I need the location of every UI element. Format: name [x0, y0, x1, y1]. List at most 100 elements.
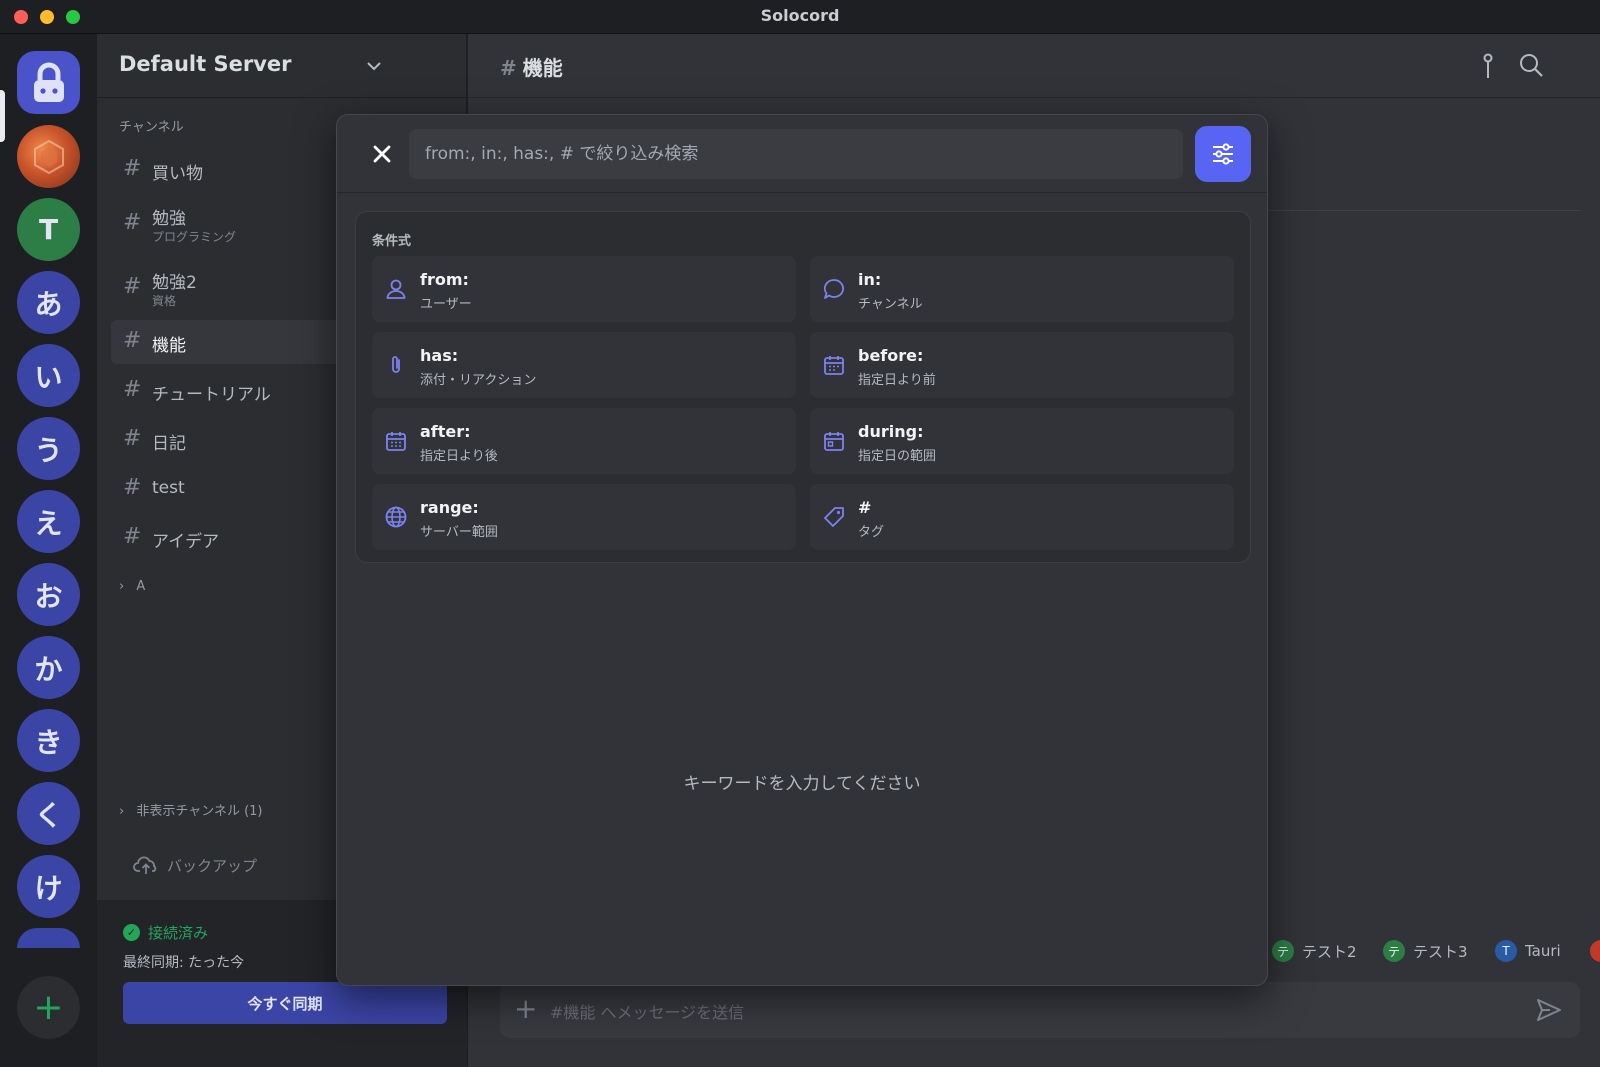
- channels-section-label: チャンネル: [119, 120, 184, 135]
- avatar: T: [1495, 940, 1517, 962]
- close-button[interactable]: [365, 137, 399, 171]
- condition-desc: 添付・リアクション: [420, 373, 537, 388]
- connection-status-text: 接続済み: [148, 924, 209, 942]
- server-ka[interactable]: か: [17, 636, 80, 699]
- server-a[interactable]: あ: [17, 271, 80, 334]
- condition-in[interactable]: in: チャンネル: [810, 256, 1234, 322]
- condition-before[interactable]: before: 指定日より前: [810, 332, 1234, 398]
- cloud-upload-icon: [133, 856, 157, 874]
- channel-name: 勉強: [152, 209, 186, 229]
- user-icon: [386, 279, 406, 299]
- add-attachment-icon[interactable]: +: [514, 992, 537, 1025]
- channel-name: チュートリアル: [152, 385, 271, 405]
- title-bar: Solocord: [0, 0, 1600, 34]
- active-server-indicator: [0, 90, 5, 142]
- empty-state-message: キーワードを入力してください: [683, 774, 921, 794]
- add-server-button[interactable]: +: [17, 976, 80, 1039]
- channel-name: test: [152, 478, 185, 498]
- condition-key: in:: [858, 270, 882, 289]
- condition-key: range:: [420, 498, 479, 517]
- condition-after[interactable]: after: 指定日より後: [372, 408, 796, 474]
- condition-has[interactable]: has: 添付・リアクション: [372, 332, 796, 398]
- globe-icon: [385, 506, 407, 528]
- conditions-title: 条件式: [372, 234, 412, 249]
- member-chip[interactable]: テ テスト3: [1383, 940, 1468, 962]
- hash-icon: #: [123, 377, 142, 402]
- last-sync-text: 最終同期: たった今: [123, 955, 245, 971]
- server-rail: T あ い う え お か き く け +: [0, 34, 97, 1067]
- member-chip[interactable]: テ テスト2: [1272, 940, 1357, 962]
- search-modal: 条件式 from: ユーザー in: チャンネル has: 添付・リアクション: [336, 114, 1268, 986]
- avatar: テ: [1272, 940, 1294, 962]
- backup-button[interactable]: バックアップ: [133, 854, 257, 876]
- condition-desc: サーバー範囲: [420, 525, 498, 540]
- condition-during[interactable]: during: 指定日の範囲: [810, 408, 1234, 474]
- server-partial[interactable]: [17, 928, 80, 948]
- channel-name: 買い物: [152, 164, 203, 184]
- filter-button[interactable]: [1195, 126, 1251, 182]
- server-lock[interactable]: [17, 51, 80, 114]
- main-divider: [1240, 210, 1580, 211]
- avatar: [1590, 940, 1600, 962]
- sliders-icon: [1213, 143, 1233, 165]
- pin-icon[interactable]: [1480, 52, 1496, 80]
- condition-desc: タグ: [858, 525, 885, 540]
- condition-desc: 指定日の範囲: [858, 449, 937, 464]
- close-icon: [373, 145, 391, 163]
- chevron-down-icon: [367, 62, 381, 71]
- member-name: テスト3: [1413, 942, 1468, 961]
- condition-desc: 指定日より後: [420, 449, 498, 464]
- condition-key: before:: [858, 346, 924, 365]
- member-chip-partial[interactable]: [1590, 940, 1600, 962]
- channel-name: アイデア: [152, 532, 220, 552]
- chat-bubble-icon: [823, 279, 844, 299]
- server-ku[interactable]: く: [17, 782, 80, 845]
- channel-subtitle: 資格: [152, 294, 177, 308]
- member-name: Tauri: [1525, 942, 1561, 960]
- condition-from[interactable]: from: ユーザー: [372, 256, 796, 322]
- channel-name: 機能: [152, 336, 186, 356]
- channel-subtitle: プログラミング: [152, 230, 237, 244]
- hash-icon: #: [123, 210, 142, 235]
- hash-icon: #: [123, 328, 142, 353]
- calendar-icon: [824, 432, 844, 451]
- channel-name: 勉強2: [152, 273, 197, 293]
- condition-range[interactable]: range: サーバー範囲: [372, 484, 796, 550]
- condition-key: after:: [420, 422, 471, 441]
- server-u[interactable]: う: [17, 417, 80, 480]
- tag-icon: [824, 507, 844, 527]
- chevron-right-icon: ›: [119, 804, 125, 819]
- folder-a[interactable]: › A: [119, 579, 145, 594]
- condition-key: #: [858, 498, 872, 517]
- hash-icon: #: [123, 274, 142, 299]
- hidden-channels-label: 非表示チャンネル (1): [136, 804, 263, 819]
- hash-icon: #: [123, 524, 142, 549]
- backup-label: バックアップ: [167, 856, 258, 875]
- channel-title: # 機能: [500, 52, 563, 81]
- condition-desc: チャンネル: [858, 297, 923, 312]
- paperclip-icon: [392, 356, 400, 373]
- hidden-channels-folder[interactable]: › 非表示チャンネル (1): [119, 800, 263, 819]
- folder-label: A: [136, 579, 146, 594]
- server-ki[interactable]: き: [17, 709, 80, 772]
- server-i[interactable]: い: [17, 344, 80, 407]
- calendar-icon: [386, 432, 406, 451]
- condition-desc: ユーザー: [420, 297, 472, 312]
- member-chip[interactable]: T Tauri: [1495, 940, 1561, 962]
- server-avatar-image[interactable]: [17, 125, 80, 188]
- search-icon[interactable]: [1518, 52, 1544, 78]
- sync-now-button[interactable]: 今すぐ同期: [123, 982, 447, 1024]
- condition-key: during:: [858, 422, 924, 441]
- hash-icon: #: [123, 156, 142, 181]
- message-composer[interactable]: + #機能 へメッセージを送信: [500, 982, 1580, 1038]
- server-t[interactable]: T: [17, 198, 80, 261]
- server-ke[interactable]: け: [17, 855, 80, 918]
- condition-tag[interactable]: # タグ: [810, 484, 1234, 550]
- search-input[interactable]: [409, 129, 1183, 179]
- send-icon[interactable]: [1536, 998, 1562, 1022]
- avatar: テ: [1383, 940, 1405, 962]
- server-e[interactable]: え: [17, 490, 80, 553]
- server-header[interactable]: Default Server: [97, 34, 467, 98]
- conditions-panel: 条件式 from: ユーザー in: チャンネル has: 添付・リアクション: [355, 211, 1251, 563]
- server-o[interactable]: お: [17, 563, 80, 626]
